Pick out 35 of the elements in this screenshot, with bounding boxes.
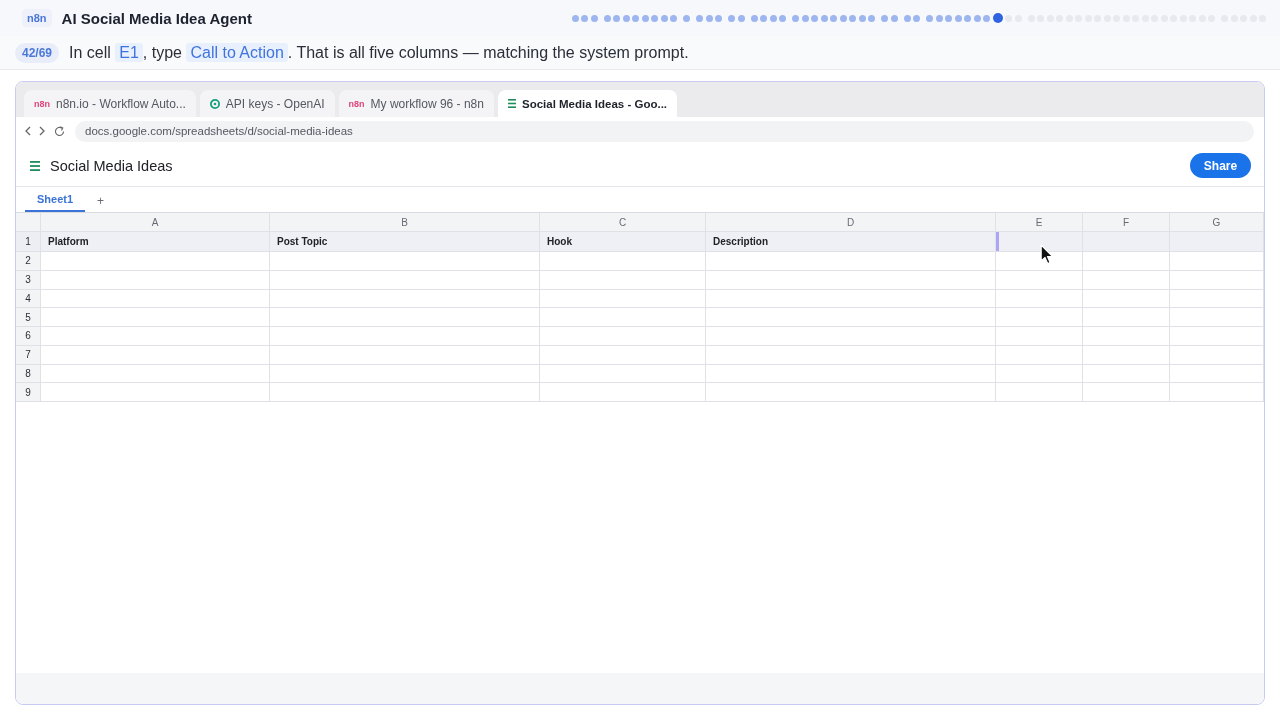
- document-title: Social Media Ideas: [50, 157, 173, 174]
- column-header[interactable]: E: [996, 213, 1083, 232]
- row-number[interactable]: 5: [16, 308, 41, 327]
- hamburger-icon[interactable]: [30, 160, 40, 171]
- share-button[interactable]: Share: [1190, 153, 1251, 178]
- app-logo: n8n: [22, 9, 52, 27]
- column-header[interactable]: G: [1170, 213, 1264, 232]
- column-header[interactable]: F: [1083, 213, 1170, 232]
- row-number[interactable]: 1: [16, 232, 41, 252]
- instruction-text: In cell E1 , type Call to Action . That is all five columns — matching the system prompt.: [69, 43, 689, 62]
- ring-logo-icon: [209, 98, 220, 109]
- address-bar[interactable]: docs.google.com/spreadsheets/d/social-media-ideas: [75, 120, 1254, 142]
- row-number[interactable]: 9: [16, 383, 41, 402]
- column-header[interactable]: B: [270, 213, 540, 232]
- browser-tab[interactable]: API keys - OpenAI: [199, 90, 335, 117]
- column-header[interactable]: A: [41, 213, 270, 232]
- forward-icon[interactable]: [39, 126, 45, 136]
- table-cell: Platform: [41, 232, 270, 252]
- mouse-cursor-icon: [1040, 244, 1054, 265]
- browser-tab[interactable]: n8n My workflow 96 - n8n: [338, 90, 494, 117]
- table-cell: Hook: [540, 232, 706, 252]
- add-sheet-button[interactable]: +: [93, 189, 108, 212]
- back-icon[interactable]: [25, 126, 31, 136]
- table-cell: Post Topic: [270, 232, 540, 252]
- step-counter: 42/69: [15, 42, 60, 63]
- column-header[interactable]: C: [540, 213, 706, 232]
- app-title: AI Social Media Idea Agent: [61, 9, 252, 27]
- reload-icon[interactable]: [54, 125, 65, 137]
- column-header[interactable]: D: [706, 213, 996, 232]
- browser-tab[interactable]: n8n n8n.io - Workflow Auto...: [24, 90, 196, 117]
- table-cell: Description: [706, 232, 996, 252]
- row-number[interactable]: 2: [16, 252, 41, 271]
- row-number[interactable]: 6: [16, 327, 41, 346]
- browser-tab[interactable]: Social Media Ideas - Goo...: [497, 90, 678, 117]
- lines-icon: [507, 99, 516, 108]
